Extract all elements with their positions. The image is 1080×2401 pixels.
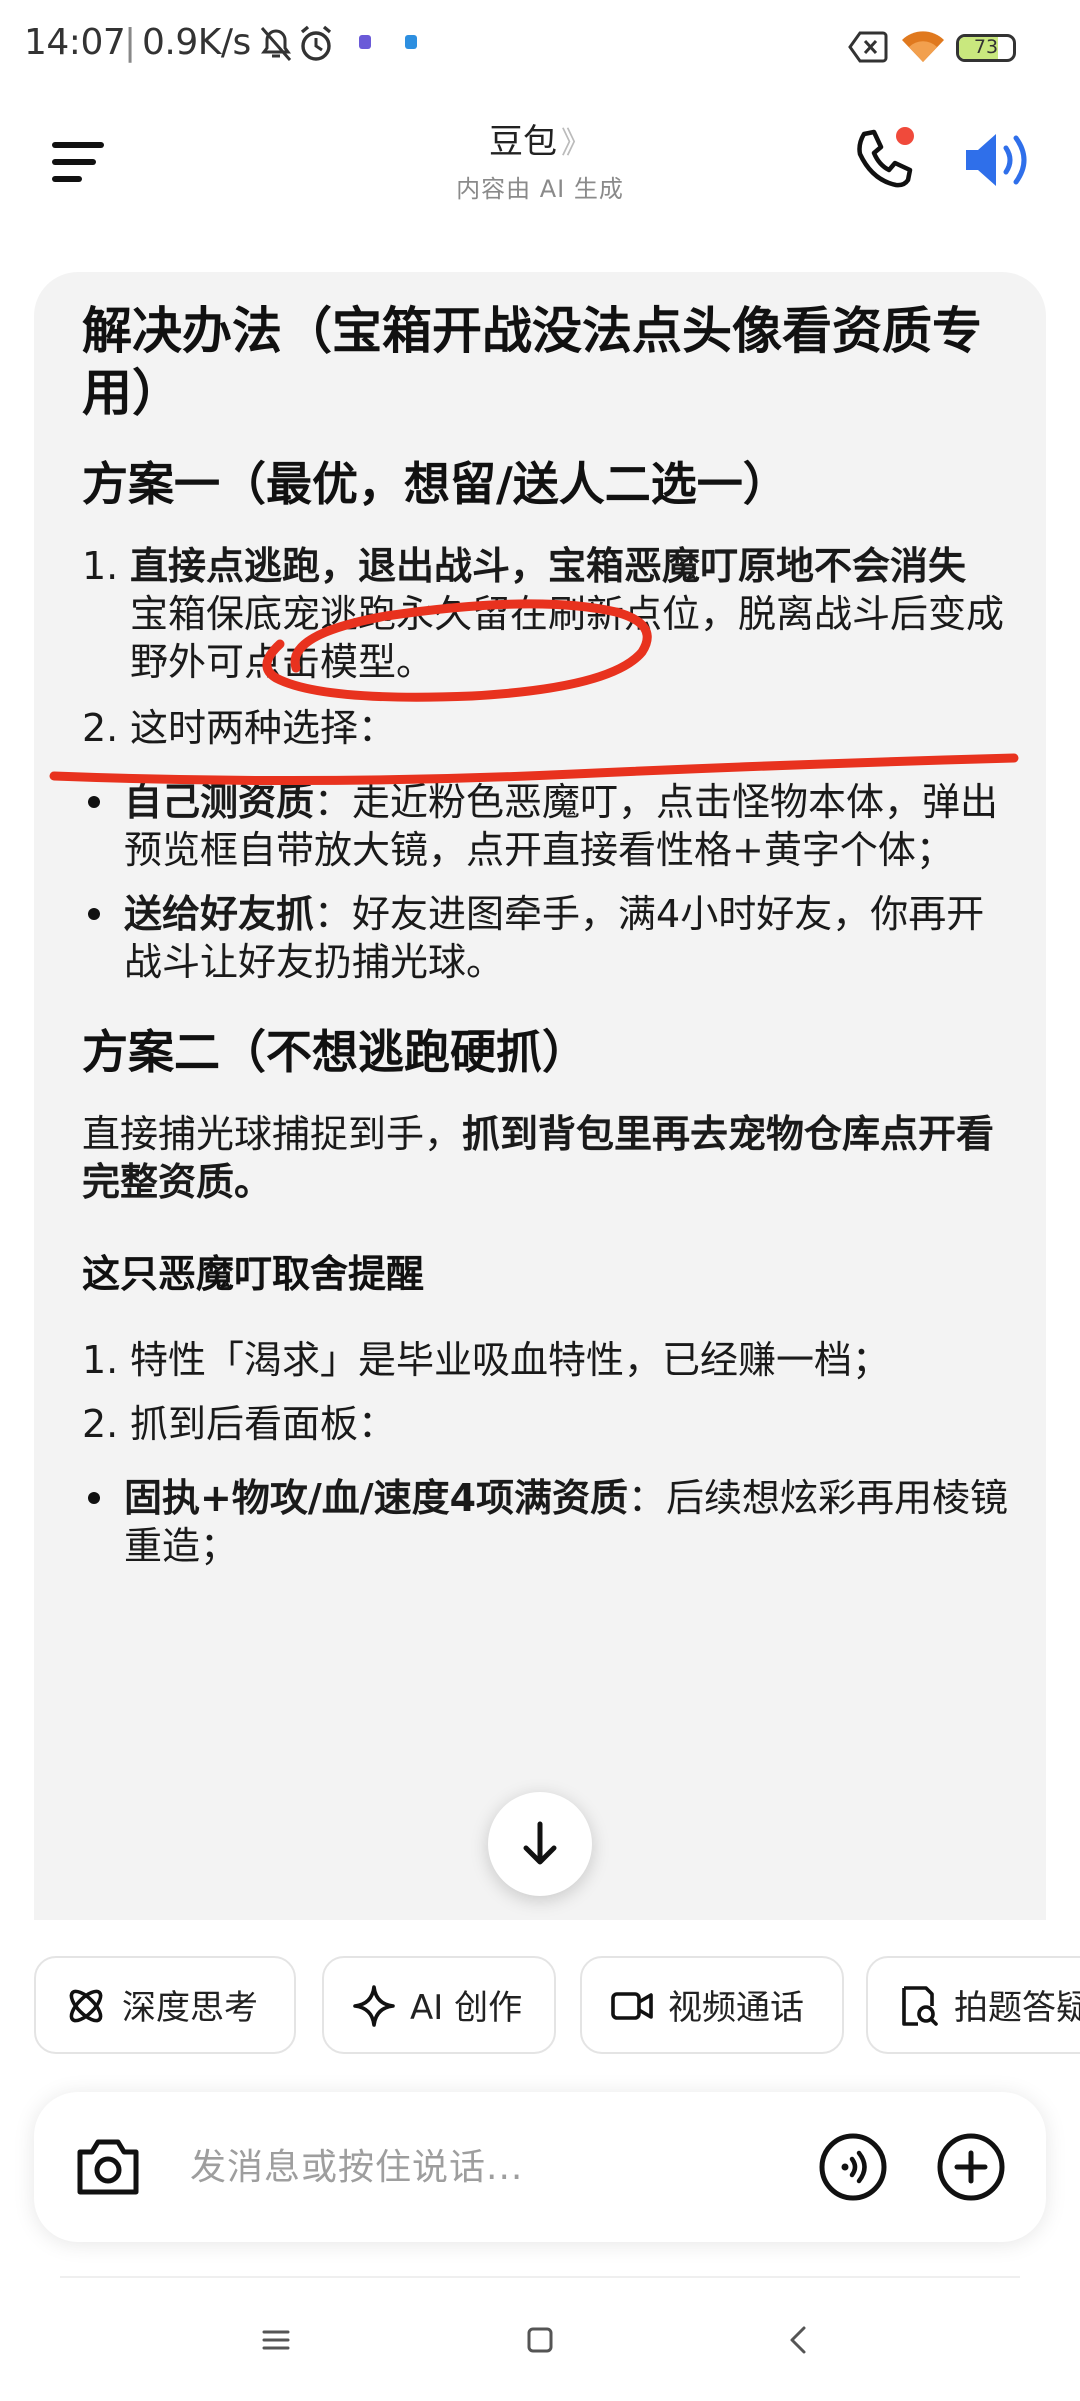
chip-video-call[interactable]: 视频通话 xyxy=(580,1956,844,2054)
chip-ai-create[interactable]: AI 创作 xyxy=(322,1956,556,2054)
bullet-dot xyxy=(88,1492,100,1504)
bullet-bold: 送给好友抓 xyxy=(124,892,315,936)
list-item: 2. 抓到后看面板： xyxy=(82,1400,1018,1448)
alarm-icon xyxy=(300,25,332,61)
plan2-title: 方案二（不想逃跑硬抓） xyxy=(82,1025,588,1079)
mute-icon xyxy=(260,27,292,61)
photo-search-icon xyxy=(902,1986,938,2026)
reminder-title: 这只恶魔叮取舍提醒 xyxy=(82,1252,425,1296)
arrow-down-icon xyxy=(523,1821,557,1865)
list-item-bold: 直接点逃跑，退出战斗，宝箱恶魔叮原地不会消失 xyxy=(130,544,967,588)
chat-title-block[interactable]: 豆包》 内容由 AI 生成 xyxy=(340,114,740,204)
camera-button[interactable] xyxy=(74,2134,142,2200)
list-number: 2. xyxy=(82,706,119,750)
notification-icon xyxy=(405,35,417,49)
list-item-text: 特性「渴求」是毕业吸血特性，已经赚一档； xyxy=(130,1338,891,1382)
notification-icon xyxy=(359,35,371,49)
list-number: 1. xyxy=(82,1338,119,1382)
bullet-item: 固执+物攻/血/速度4项满资质：后续想炫彩再用棱镜重造； xyxy=(82,1474,1018,1570)
divider xyxy=(60,2276,1020,2278)
wifi-icon xyxy=(902,31,944,62)
battery-level: 73 xyxy=(973,36,999,58)
nav-back-button[interactable] xyxy=(770,2310,830,2370)
status-time: 14:07 xyxy=(24,22,126,63)
bullet-item: 送给好友抓：好友进图牵手，满4小时好友，你再开战斗让好友扔捕光球。 xyxy=(82,890,1018,986)
scroll-to-bottom-button[interactable] xyxy=(488,1792,592,1896)
bullet-bold: 自己测资质 xyxy=(124,780,315,824)
bullet-dot xyxy=(88,908,100,920)
list-item-text: 抓到后看面板： xyxy=(130,1402,397,1446)
menu-button[interactable] xyxy=(52,142,112,186)
atom-icon xyxy=(69,1989,103,2023)
menu-icon xyxy=(52,142,104,148)
battery-indicator: 73 xyxy=(956,34,1016,62)
chip-photo-answer[interactable]: 拍题答疑 xyxy=(866,1956,1080,2054)
status-bar: 14:07 | 0.9K/s 73 xyxy=(0,0,1080,96)
list-item-text: 这时两种选择： xyxy=(130,706,397,750)
network-speed: 0.9K/s xyxy=(142,22,251,63)
bullet-dot xyxy=(88,796,100,808)
list-item: 2. 这时两种选择： xyxy=(82,704,1018,752)
chip-deep-thinking[interactable]: 深度思考 xyxy=(34,1956,296,2054)
list-number: 2. xyxy=(82,1402,119,1446)
sparkle-icon xyxy=(353,1985,395,2027)
ai-generated-disclaimer: 内容由 AI 生成 xyxy=(456,175,624,203)
chat-title: 豆包》 xyxy=(489,122,591,162)
video-icon xyxy=(611,1992,653,2020)
sim-off-icon xyxy=(848,31,888,63)
list-item: 1. 直接点逃跑，退出战斗，宝箱恶魔叮原地不会消失 宝箱保底宠逃跑永久留在刷新点… xyxy=(82,542,1018,686)
bullet-bold: 固执+物攻/血/速度4项满资质 xyxy=(124,1476,629,1520)
plan2-text: 直接捕光球捕捉到手，抓到背包里再去宠物仓库点开看完整资质。 xyxy=(82,1112,995,1204)
speaker-icon[interactable] xyxy=(962,126,1034,194)
list-item: 1. 特性「渴求」是毕业吸血特性，已经赚一档； xyxy=(82,1336,1018,1384)
ai-message-bubble: 解决办法（宝箱开战没法点头像看资质专用） 方案一（最优，想留/送人二选一） 1.… xyxy=(34,272,1046,1920)
bullet-item: 自己测资质：走近粉色恶魔叮，点击怪物本体，弹出预览框自带放大镜，点开直接看性格+… xyxy=(82,778,1018,874)
chat-header: 豆包》 内容由 AI 生成 xyxy=(0,100,1080,230)
chip-label: AI 创作 xyxy=(410,1988,523,2028)
chip-label: 深度思考 xyxy=(122,1988,258,2028)
phone-call-button[interactable] xyxy=(848,124,918,194)
list-number: 1. xyxy=(82,544,119,588)
message-input[interactable]: 发消息或按住说话... xyxy=(190,2138,523,2190)
list-item-text: 宝箱保底宠逃跑永久留在刷新点位，脱离战斗后变成野外可点击模型。 xyxy=(130,592,1005,684)
nav-home-button[interactable] xyxy=(510,2310,570,2370)
chevron-right-icon: 》 xyxy=(561,126,591,161)
voice-input-button[interactable] xyxy=(818,2132,888,2202)
quick-action-bar: 深度思考 AI 创作 视频通话 拍题答疑 xyxy=(0,1948,1080,2058)
status-separator: | xyxy=(124,22,136,63)
message-input-bar: 发消息或按住说话... xyxy=(34,2092,1046,2242)
add-attachment-button[interactable] xyxy=(936,2132,1006,2202)
nav-menu-button[interactable] xyxy=(246,2310,306,2370)
chip-label: 视频通话 xyxy=(668,1988,804,2028)
plan1-title: 方案一（最优，想留/送人二选一） xyxy=(82,457,789,511)
chip-label: 拍题答疑 xyxy=(954,1988,1080,2028)
answer-heading: 解决办法（宝箱开战没法点头像看资质专用） xyxy=(82,302,982,422)
message-content: 解决办法（宝箱开战没法点头像看资质专用） 方案一（最优，想留/送人二选一） 1.… xyxy=(82,294,1018,1570)
